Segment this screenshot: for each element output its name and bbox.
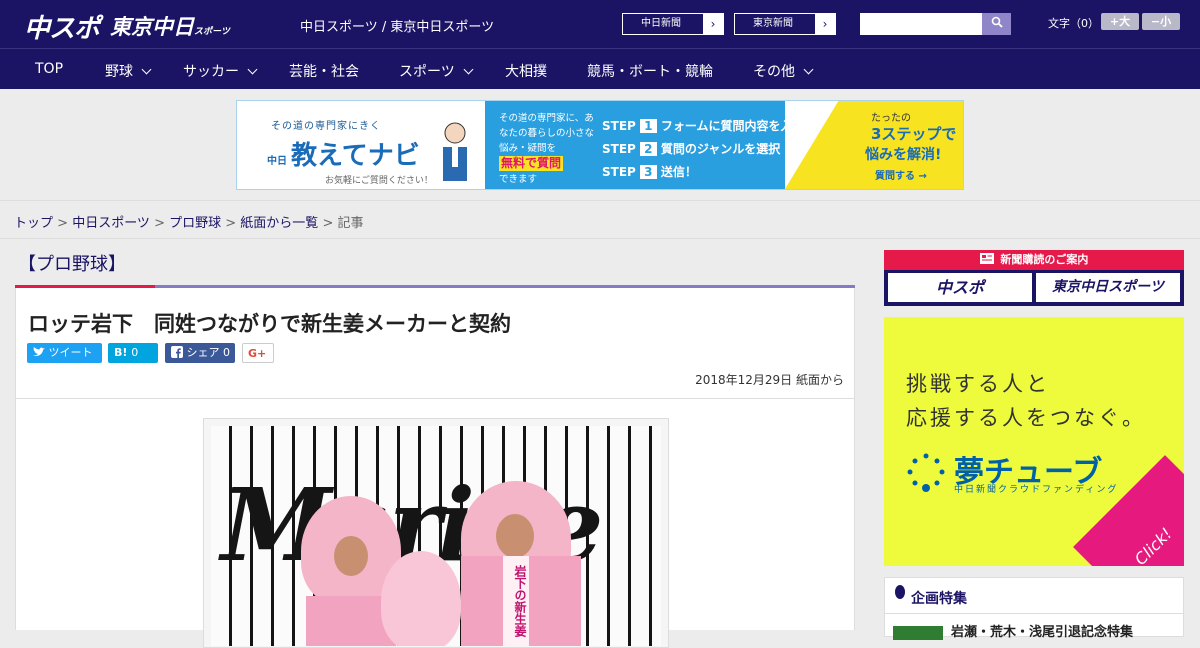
search-input[interactable] [860, 13, 982, 35]
banner-tagline: その道の専門家にきく [271, 121, 381, 132]
banner-step-2: STEP 2 質問のジャンルを選択 [602, 142, 781, 156]
person-face-right [496, 514, 534, 558]
chevron-down-icon [247, 64, 258, 75]
site-title[interactable]: 中日スポーツ / 東京中日スポーツ [300, 16, 494, 35]
hatena-bookmark-button[interactable]: B! 0 [108, 343, 158, 363]
banner-mid-text: その道の専門家に、あなたの暮らしの小さな悩み・疑問を 無料で質問 できます [499, 113, 595, 185]
search-icon [991, 16, 1003, 28]
breadcrumb-separator: > [318, 216, 338, 231]
dots-circle-icon [907, 453, 945, 492]
article-body: Marine 岩下の新生姜 [15, 399, 855, 648]
article-header: ロッテ岩下 同姓つながりで新生姜メーカーと契約 ツイート B! 0 シェア 0 … [15, 288, 855, 399]
subscribe-chuspo-button[interactable]: 中スポ [888, 273, 1032, 302]
banner-left: その道の専門家にきく 中日 教えてナビ お気軽にご質問ください！ [237, 101, 485, 189]
banner-cta: 質問する → [875, 171, 927, 182]
main-nav: TOP 野球 サッカー 芸能・社会 スポーツ 大相撲 競馬・ボート・競輪 その他 [0, 48, 1200, 89]
feature-thumbnail [893, 625, 943, 640]
facebook-icon [171, 346, 183, 358]
article-photo[interactable]: Marine 岩下の新生姜 [211, 426, 661, 646]
facebook-share-button[interactable]: シェア 0 [165, 343, 235, 363]
banner-step-3: STEP 3 送信！ [602, 165, 697, 179]
breadcrumb-current: 記事 [337, 216, 364, 231]
breadcrumb-pro-baseball[interactable]: プロ野球 [169, 216, 221, 231]
breadcrumb: トップ > 中日スポーツ > プロ野球 > 紙面から一覧 > 記事 [14, 212, 364, 231]
twitter-bird-icon [33, 347, 45, 356]
nav-item-entertainment[interactable]: 芸能・社会 [289, 61, 359, 81]
person-face-left [334, 536, 368, 576]
article-headline: ロッテ岩下 同姓つながりで新生姜メーカーと契約 [28, 312, 511, 336]
subscription-title: 新聞購読のご案内 [884, 250, 1184, 270]
chuspo-logo[interactable]: 中スポ [24, 8, 100, 45]
breadcrumb-separator: > [53, 216, 73, 231]
banner-step-1: STEP 1 フォームに質問内容を入力 [602, 119, 805, 133]
chevron-down-icon [803, 64, 814, 75]
chevron-right-icon: › [703, 14, 723, 34]
subscribe-tokyo-button[interactable]: 東京中日スポーツ [1036, 273, 1180, 302]
breadcrumb-bar: トップ > 中日スポーツ > プロ野球 > 紙面から一覧 > 記事 [0, 200, 1200, 239]
banner-right-line2: 3ステップで [871, 125, 957, 143]
article-photo-frame: Marine 岩下の新生姜 [203, 418, 669, 648]
yume-tube-subtitle: 中日新聞クラウドファンディング [954, 485, 1119, 495]
banner-brand: 中日 教えてナビ [267, 141, 420, 171]
banner-right-line3: 悩みを解消! [865, 147, 942, 163]
newspaper-icon [979, 253, 994, 264]
nav-item-other[interactable]: その他 [753, 61, 814, 81]
breadcrumb-top[interactable]: トップ [14, 216, 53, 231]
chevron-down-icon [141, 64, 152, 75]
expert-illustration-icon [443, 122, 467, 181]
category-heading: 【プロ野球】 [18, 254, 126, 275]
breadcrumb-paper-list[interactable]: 紙面から一覧 [240, 216, 318, 231]
nav-item-racing[interactable]: 競馬・ボート・競輪 [587, 61, 713, 81]
banner-caption: お気軽にご質問ください！ [325, 176, 433, 186]
subscription-guide: 新聞購読のご案内 中スポ 東京中日スポーツ [884, 250, 1184, 306]
breadcrumb-chunichi-sports[interactable]: 中日スポーツ [72, 216, 150, 231]
tokyo-shinbun-link[interactable]: 東京新聞 › [734, 13, 836, 35]
font-larger-button[interactable]: +大 [1101, 13, 1139, 30]
nav-item-sports[interactable]: スポーツ [399, 61, 474, 81]
font-smaller-button[interactable]: −小 [1142, 13, 1180, 30]
feature-item-link[interactable]: 岩瀬・荒木・浅尾引退記念特集 [893, 621, 1133, 640]
yume-tube-ad[interactable]: 挑戦する人と 応援する人をつなぐ。 夢チューブ 中日新聞クラウドファンディング C… [884, 317, 1184, 566]
feature-heading: 企画特集 [885, 578, 1183, 614]
article-date: 2018年12月29日 紙面から [695, 373, 844, 387]
nav-item-soccer[interactable]: サッカー [183, 61, 258, 81]
nav-item-sumo[interactable]: 大相撲 [505, 61, 547, 81]
site-header: 中スポ 東京中日スポーツ 中日スポーツ / 東京中日スポーツ 中日新聞 › 東京新… [0, 0, 1200, 48]
chevron-right-icon: › [815, 14, 835, 34]
tweet-button[interactable]: ツイート [27, 343, 102, 363]
product-sash: 岩下の新生姜 [503, 556, 529, 646]
google-plus-button[interactable]: G+ [242, 343, 274, 363]
search-button[interactable] [982, 13, 1011, 35]
chevron-down-icon [463, 64, 474, 75]
breadcrumb-separator: > [149, 216, 170, 231]
nav-item-baseball[interactable]: 野球 [105, 61, 152, 81]
feature-section: 企画特集 岩瀬・荒木・浅尾引退記念特集 [884, 577, 1184, 640]
font-size-label: 文字（0） [1048, 17, 1099, 30]
breadcrumb-separator: > [221, 216, 241, 231]
banner-right: たったの 3ステップで 悩みを解消! 質問する → [785, 101, 963, 189]
tokyo-chunichi-logo[interactable]: 東京中日スポーツ [110, 11, 230, 41]
banner-right-line1: たったの [871, 113, 911, 124]
product-bouquet [381, 551, 461, 646]
pin-icon [895, 585, 905, 599]
oshiete-navi-banner[interactable]: その道の専門家にきく 中日 教えてナビ お気軽にご質問ください！ その道の専門家に… [236, 100, 964, 190]
nav-item-top[interactable]: TOP [35, 61, 63, 77]
banner-middle: その道の専門家に、あなたの暮らしの小さな悩み・疑問を 無料で質問 できます STEP… [485, 101, 804, 189]
chunichi-shinbun-link[interactable]: 中日新聞 › [622, 13, 724, 35]
yume-ad-copy: 挑戦する人と 応援する人をつなぐ。 [906, 372, 1146, 430]
